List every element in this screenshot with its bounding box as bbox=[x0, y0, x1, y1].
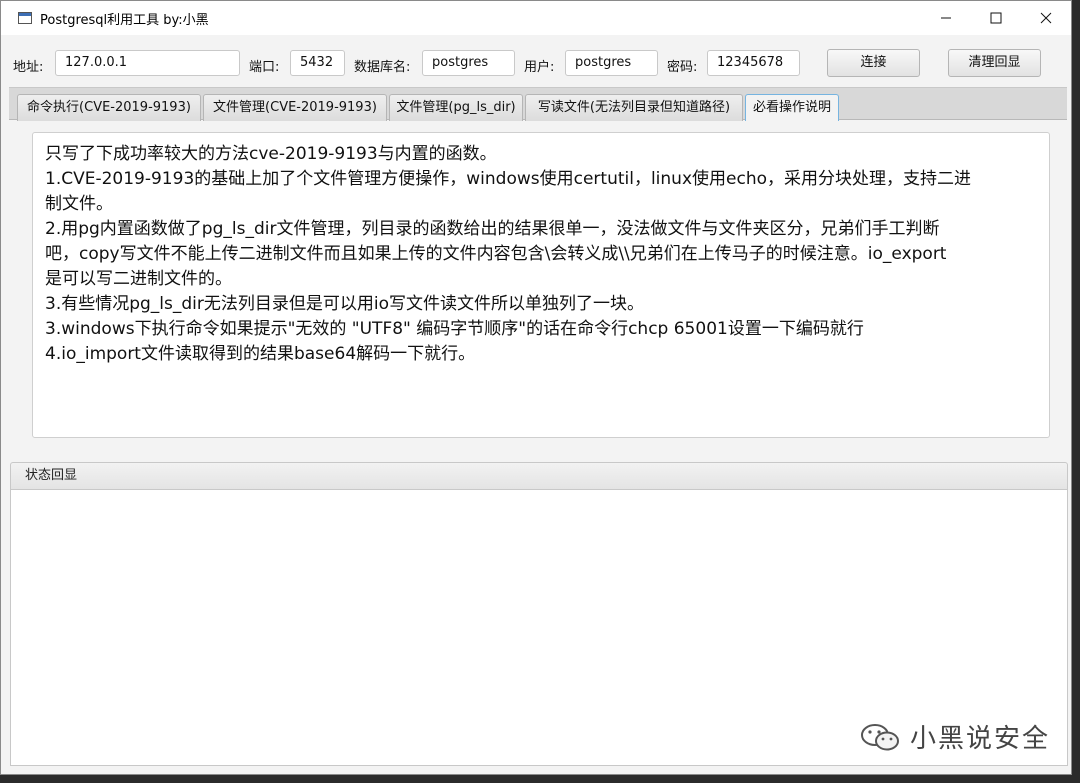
wechat-icon bbox=[861, 723, 899, 750]
connection-toolbar: 地址: 127.0.0.1 端口: 5432 数据库名: postgres 用户… bbox=[1, 47, 1071, 81]
dbname-input[interactable]: postgres bbox=[422, 50, 515, 76]
window-controls bbox=[921, 1, 1071, 35]
maximize-icon bbox=[990, 12, 1002, 24]
instruction-line: 3.windows下执行命令如果提示"无效的 "UTF8" 编码字节顺序"的话在… bbox=[45, 319, 864, 339]
app-window-icon bbox=[18, 12, 32, 24]
user-input[interactable]: postgres bbox=[565, 50, 658, 76]
instruction-line: 吧，copy写文件不能上传二进制文件而且如果上传的文件内容包含\会转义成\\兄弟… bbox=[45, 244, 947, 264]
address-input[interactable]: 127.0.0.1 bbox=[55, 50, 240, 76]
instruction-line: 是可以写二进制文件的。 bbox=[45, 269, 232, 289]
tab-command-exec[interactable]: 命令执行(CVE-2019-9193) bbox=[17, 94, 201, 121]
app-window: Postgresql利用工具 by:小黑 地址: 127.0.0.1 端口: 5… bbox=[0, 0, 1072, 775]
minimize-button[interactable] bbox=[921, 1, 971, 35]
password-input[interactable]: 12345678 bbox=[707, 50, 800, 76]
watermark-text: 小黑说安全 bbox=[910, 724, 1051, 754]
dbname-label: 数据库名: bbox=[354, 60, 411, 75]
title-bar[interactable]: Postgresql利用工具 by:小黑 bbox=[1, 1, 1071, 35]
close-icon bbox=[1040, 12, 1052, 24]
tab-file-manager-cve[interactable]: 文件管理(CVE-2019-9193) bbox=[203, 94, 387, 121]
watermark: 小黑说安全 bbox=[860, 718, 1050, 755]
instruction-line: 2.用pg内置函数做了pg_ls_dir文件管理，列目录的函数给出的结果很单一，… bbox=[45, 219, 940, 239]
instruction-line: 3.有些情况pg_ls_dir无法列目录但是可以用io写文件读文件所以单独列了一… bbox=[45, 294, 645, 314]
status-panel-header[interactable]: 状态回显 bbox=[10, 462, 1068, 490]
clear-output-button[interactable]: 清理回显 bbox=[948, 49, 1041, 77]
instructions-text-area[interactable]: 只写了下成功率较大的方法cve-2019-9193与内置的函数。 1.CVE-2… bbox=[32, 132, 1050, 438]
maximize-button[interactable] bbox=[971, 1, 1021, 35]
address-label: 地址: bbox=[13, 60, 44, 75]
port-label: 端口: bbox=[249, 60, 280, 75]
window-title: Postgresql利用工具 by:小黑 bbox=[40, 12, 209, 28]
instruction-line: 只写了下成功率较大的方法cve-2019-9193与内置的函数。 bbox=[45, 144, 497, 164]
tab-instructions[interactable]: 必看操作说明 bbox=[745, 94, 839, 121]
connect-button[interactable]: 连接 bbox=[827, 49, 920, 77]
tab-file-manager-pg-ls-dir[interactable]: 文件管理(pg_ls_dir) bbox=[389, 94, 523, 121]
instruction-line: 制文件。 bbox=[45, 194, 113, 214]
user-label: 用户: bbox=[524, 60, 555, 75]
tab-bar: 命令执行(CVE-2019-9193) 文件管理(CVE-2019-9193) … bbox=[9, 87, 1067, 121]
instruction-line: 4.io_import文件读取得到的结果base64解码一下就行。 bbox=[45, 344, 476, 364]
instruction-line: 1.CVE-2019-9193的基础上加了个文件管理方便操作，windows使用… bbox=[45, 169, 971, 189]
close-button[interactable] bbox=[1021, 1, 1071, 35]
password-label: 密码: bbox=[667, 60, 698, 75]
tab-read-write-file[interactable]: 写读文件(无法列目录但知道路径) bbox=[525, 94, 743, 121]
minimize-icon bbox=[941, 17, 951, 19]
port-input[interactable]: 5432 bbox=[290, 50, 345, 76]
